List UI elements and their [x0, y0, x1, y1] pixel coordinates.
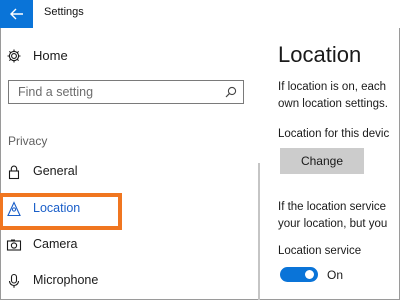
sidebar-item-general[interactable]: General — [0, 159, 258, 185]
toggle-state-label: On — [327, 268, 344, 282]
home-label: Home — [33, 48, 68, 63]
sidebar-item-label: General — [33, 164, 78, 178]
back-arrow-icon — [10, 8, 23, 20]
sidebar-item-microphone[interactable]: Microphone — [0, 268, 258, 294]
scrollbar-divider — [258, 163, 260, 300]
sidebar-item-location[interactable]: Location — [0, 193, 258, 230]
location-icon — [7, 201, 21, 217]
title-bar: Settings — [0, 0, 400, 28]
camera-icon — [6, 239, 22, 251]
search-icon[interactable] — [225, 86, 237, 98]
lock-icon — [8, 165, 20, 180]
page-title: Location — [278, 42, 362, 67]
service-description: If the location service your location, b… — [278, 199, 387, 233]
back-button[interactable] — [0, 0, 33, 28]
search-placeholder: Find a setting — [18, 85, 94, 99]
sidebar-item-label: Location — [33, 201, 81, 215]
device-location-label: Location for this devic — [278, 128, 390, 140]
change-button[interactable]: Change — [280, 148, 364, 174]
window-title: Settings — [44, 6, 84, 18]
microphone-icon — [8, 273, 20, 288]
toggle-knob — [305, 270, 314, 279]
location-service-label: Location service — [278, 245, 362, 257]
sidebar: Home Find a setting Privacy General Loca… — [0, 28, 258, 300]
intro-line: own location settings. — [278, 98, 388, 110]
intro-text: If location is on, each own location set… — [278, 79, 388, 113]
service-desc-line: your location, but you — [278, 218, 388, 230]
sidebar-item-camera[interactable]: Camera — [0, 232, 258, 258]
section-label-privacy: Privacy — [8, 134, 48, 148]
home-link[interactable]: Home — [0, 44, 258, 68]
search-input[interactable]: Find a setting — [8, 80, 244, 104]
main-panel: Location If location is on, each own loc… — [270, 28, 400, 300]
intro-line: If location is on, each — [278, 81, 387, 93]
gear-icon — [7, 49, 21, 63]
location-service-toggle[interactable] — [280, 267, 318, 282]
sidebar-item-label: Camera — [33, 237, 78, 251]
service-desc-line: If the location service — [278, 201, 387, 213]
sidebar-item-label: Microphone — [33, 273, 99, 287]
